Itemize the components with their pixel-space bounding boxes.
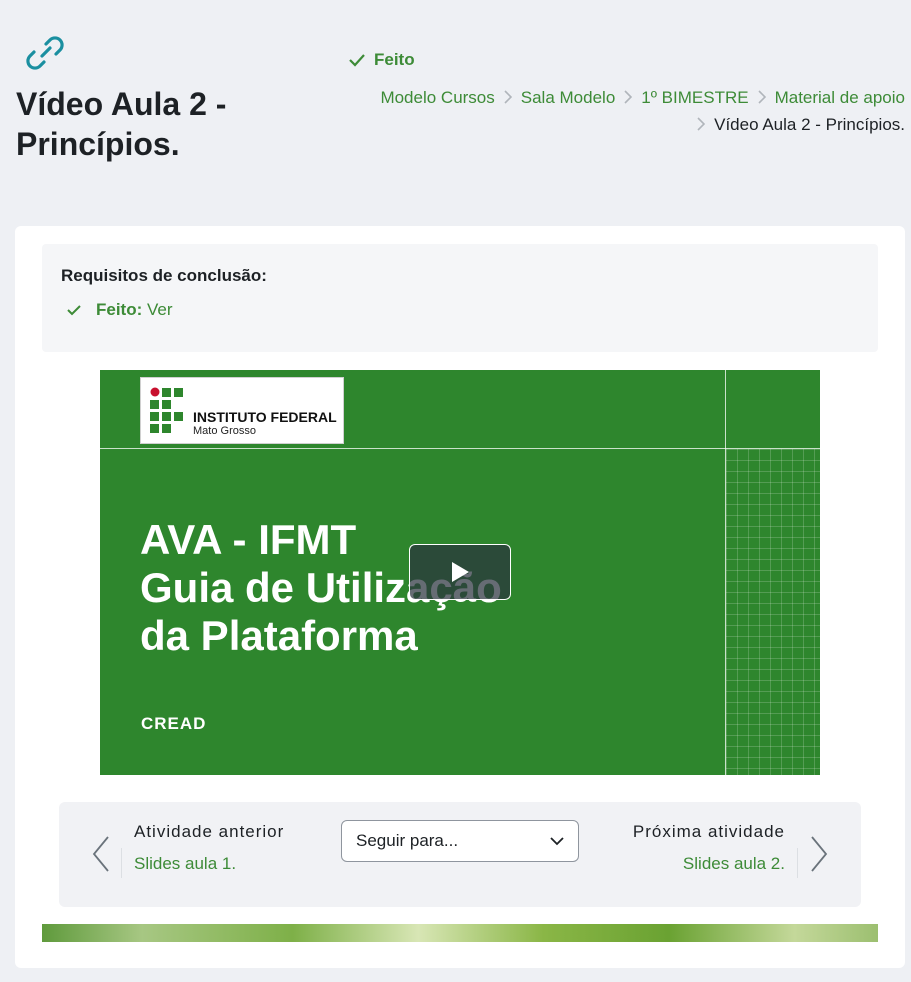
next-activity-link[interactable]: Slides aula 2. [633,854,785,874]
check-icon [349,54,365,67]
breadcrumb-item-material-de-apoio[interactable]: Material de apoio [775,88,905,107]
video-title-line: da Plataforma [140,612,418,659]
play-icon [452,562,469,582]
jump-to-select-value: Seguir para... [356,831,459,850]
completion-requirements: Requisitos de conclusão: Feito: Ver [42,244,878,352]
chevron-right-icon [619,84,637,111]
chevron-right-icon[interactable] [809,835,829,873]
video-player[interactable]: INSTITUTO FEDERAL Mato Grosso AVA - IFMT… [100,370,820,775]
completion-requirements-title: Requisitos de conclusão: [61,266,267,285]
completion-status: Feito [348,50,415,70]
divider [121,848,122,878]
previous-activity-label: Atividade anterior [134,822,285,841]
jump-to-select[interactable]: Seguir para... [341,820,579,862]
previous-activity-link[interactable]: Slides aula 1. [134,854,284,874]
chevron-right-icon [692,111,710,138]
activity-navigation: Atividade anterior Slides aula 1. Seguir… [59,802,861,907]
breadcrumb-item-modelo-cursos[interactable]: Modelo Cursos [380,88,494,107]
chevron-right-icon [753,84,771,111]
video-divider [100,448,820,449]
chevron-down-icon [550,837,564,846]
completion-requirement-item: Feito: Ver [66,300,173,320]
breadcrumb-item-bimestre[interactable]: 1º BIMESTRE [641,88,748,107]
requirement-status: Feito: [96,300,143,319]
page-title: Vídeo Aula 2 - Princípios. [16,86,227,162]
previous-activity: Atividade anterior Slides aula 1. [134,822,284,874]
next-activity: Próxima atividade Slides aula 2. [633,822,785,874]
institute-logo-name: INSTITUTO FEDERAL [193,409,337,425]
video-grid-pattern [726,449,820,775]
chevron-left-icon[interactable] [91,835,111,873]
breadcrumb: Modelo Cursos Sala Modelo 1º BIMESTRE Mater… [335,84,905,138]
play-button[interactable] [409,544,511,600]
link-icon [24,32,66,74]
divider [797,848,798,878]
completion-status-label: Feito [374,50,415,69]
institute-logo: INSTITUTO FEDERAL Mato Grosso [140,377,344,444]
decorative-banner [42,924,878,942]
next-activity-label: Próxima atividade [632,822,785,841]
institute-logo-subtitle: Mato Grosso [193,425,256,437]
breadcrumb-item-sala-modelo[interactable]: Sala Modelo [521,88,616,107]
institute-logo-mark [150,387,183,433]
video-footer: CREAD [141,714,207,733]
content-card: Requisitos de conclusão: Feito: Ver INST… [15,226,905,968]
check-icon [67,305,81,316]
requirement-action: Ver [147,300,173,319]
chevron-right-icon [499,84,517,111]
breadcrumb-current: Vídeo Aula 2 - Princípios. [714,115,905,134]
